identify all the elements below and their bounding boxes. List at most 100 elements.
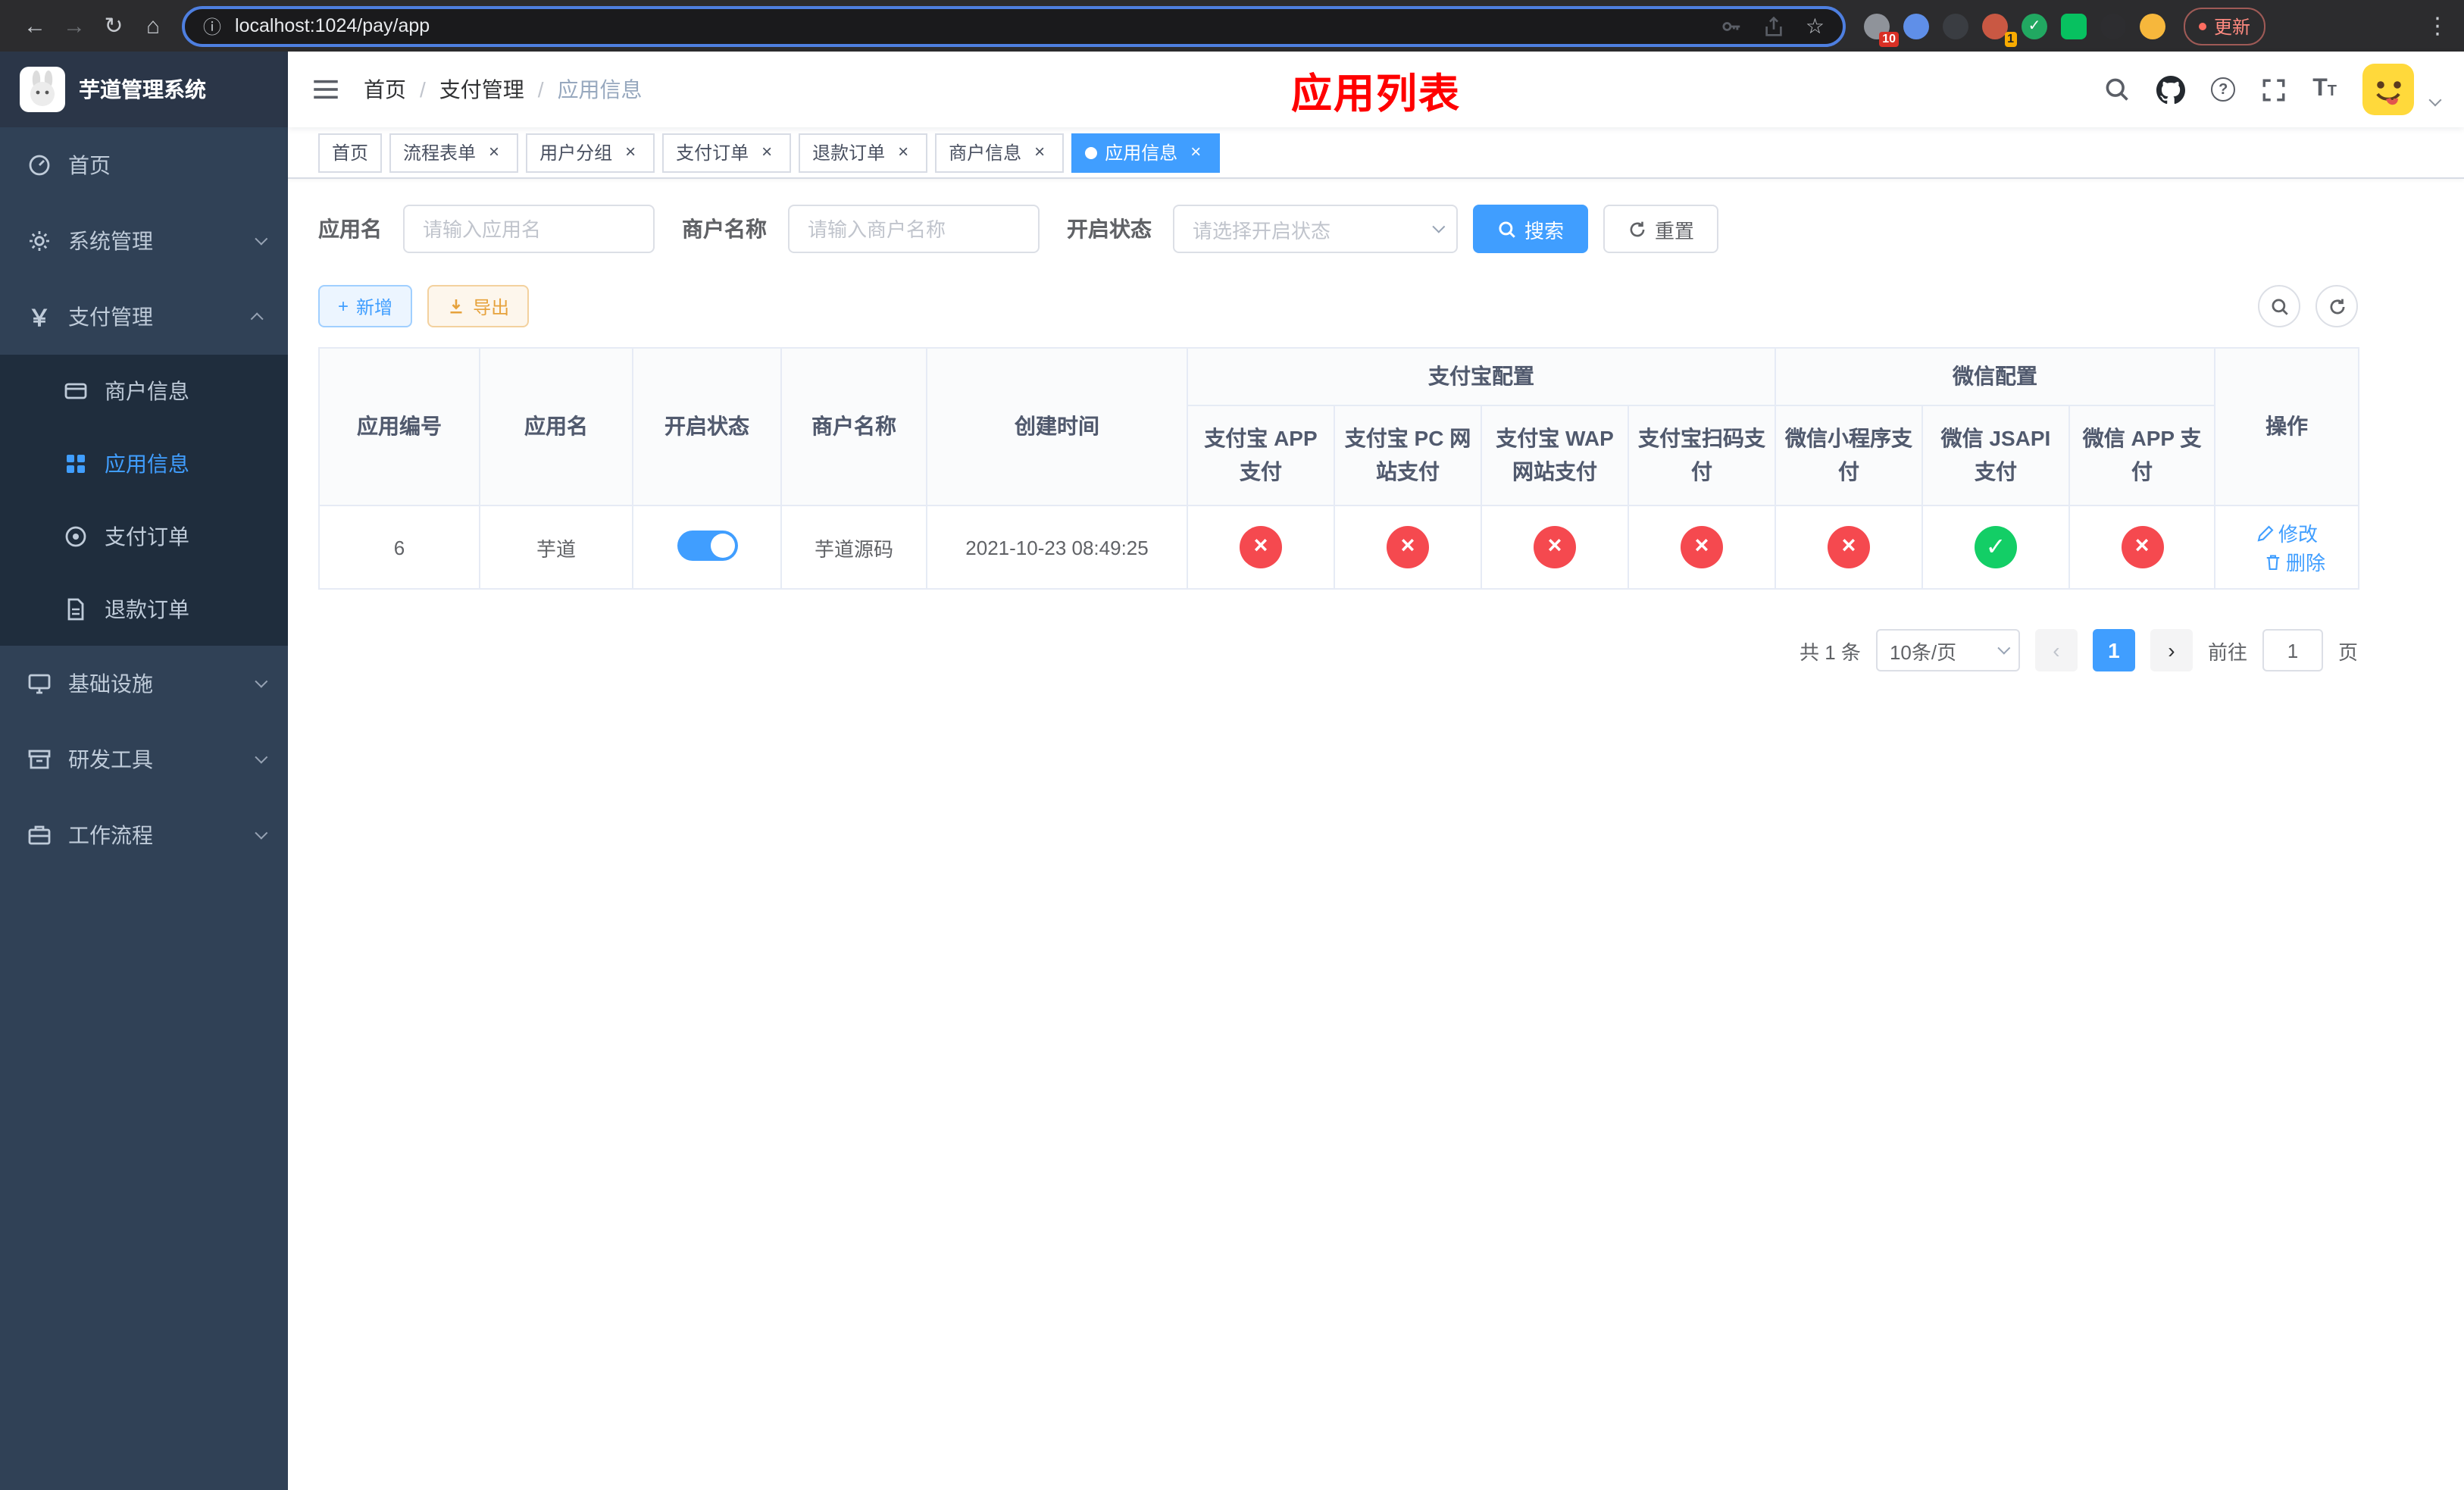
fullscreen-icon[interactable]: [2261, 77, 2287, 102]
close-icon[interactable]: ×: [756, 142, 777, 163]
close-icon[interactable]: ×: [1029, 142, 1050, 163]
sidebar-item-infrastructure[interactable]: 基础设施: [0, 646, 288, 722]
page-size-select[interactable]: 10条/页: [1875, 629, 2020, 671]
browser-refresh-icon[interactable]: ↻: [94, 6, 133, 45]
site-info-icon[interactable]: ⓘ: [203, 13, 221, 39]
col-header-created: 创建时间: [926, 347, 1188, 506]
next-page-button[interactable]: ›: [2150, 629, 2193, 671]
reset-button[interactable]: 重置: [1603, 205, 1719, 253]
extension-pin-icon[interactable]: [2100, 13, 2126, 39]
help-icon[interactable]: ?: [2211, 77, 2236, 102]
extension-blue-icon[interactable]: [1903, 13, 1929, 39]
search-icon[interactable]: [2103, 76, 2131, 103]
bookmark-star-icon[interactable]: ☆: [1806, 15, 1825, 36]
tab-refund-order[interactable]: 退款订单 ×: [799, 133, 928, 172]
extension-check-icon[interactable]: ✓: [2022, 13, 2047, 39]
update-label: 更新: [2214, 16, 2251, 37]
close-icon[interactable]: ×: [893, 142, 914, 163]
tab-user-group[interactable]: 用户分组 ×: [526, 133, 655, 172]
app-title: 芋道管理系统: [79, 77, 206, 102]
delete-link[interactable]: 删除: [2263, 547, 2325, 576]
page-1-button[interactable]: 1: [2092, 629, 2135, 671]
col-header-wx-mini: 微信小程序支付: [1775, 405, 1923, 506]
sidebar-item-workflow[interactable]: 工作流程: [0, 797, 288, 873]
tab-app-info[interactable]: 应用信息 ×: [1071, 133, 1221, 172]
col-header-app-name: 应用名: [479, 347, 633, 506]
export-button[interactable]: 导出: [427, 285, 530, 327]
browser-back-icon[interactable]: ←: [15, 6, 55, 45]
browser-forward-icon[interactable]: →: [55, 6, 94, 45]
sidebar-item-system[interactable]: 系统管理: [0, 203, 288, 279]
sidebar-item-label: 商户信息: [105, 379, 189, 403]
sidebar-item-pay-order[interactable]: 支付订单: [0, 500, 288, 573]
browser-update-button[interactable]: 更新: [2184, 7, 2266, 45]
wx-mini-status-icon: ×: [1828, 526, 1870, 568]
credit-card-icon: [64, 383, 87, 399]
col-header-alipay-wap: 支付宝 WAP 网站支付: [1481, 405, 1629, 506]
payment-submenu: 商户信息 应用信息 支付订单 退款订单: [0, 355, 288, 646]
status-toggle[interactable]: [677, 530, 737, 560]
sidebar: 芋道管理系统 首页 系统管理 ￥ 支付管理 商户信息 应用信息 支付订单 退款订…: [0, 52, 288, 1490]
extension-dark-icon[interactable]: [1943, 13, 1968, 39]
group-header-wechat: 微信配置: [1774, 347, 2216, 406]
sidebar-item-refund-order[interactable]: 退款订单: [0, 573, 288, 646]
extension-face-icon[interactable]: [2140, 13, 2165, 39]
sidebar-item-app-info[interactable]: 应用信息: [0, 427, 288, 500]
alipay-wap-status-icon: ×: [1534, 526, 1576, 568]
col-header-actions: 操作: [2214, 347, 2360, 506]
toggle-search-icon[interactable]: [2258, 285, 2300, 327]
close-icon[interactable]: ×: [483, 142, 505, 163]
tab-pay-order[interactable]: 支付订单 ×: [662, 133, 792, 172]
prev-page-button[interactable]: ‹: [2034, 629, 2078, 671]
browser-home-icon[interactable]: ⌂: [133, 6, 173, 45]
breadcrumb-payment[interactable]: 支付管理: [439, 74, 524, 105]
browser-address-bar[interactable]: ⓘ localhost:1024/pay/app ☆: [182, 5, 1846, 46]
password-key-icon[interactable]: [1721, 14, 1743, 37]
table-row: 6 芋道 芋道源码 2021-10-23 08:49:25 × × × × ×: [318, 505, 2360, 590]
edit-link[interactable]: 修改: [2256, 518, 2318, 547]
github-icon[interactable]: [2156, 75, 2186, 104]
goto-page-input[interactable]: [2262, 629, 2323, 671]
app-name-input[interactable]: [403, 205, 655, 253]
sidebar-item-label: 基础设施: [68, 671, 153, 696]
breadcrumb-home[interactable]: 首页: [364, 74, 406, 105]
sidebar-item-dev-tools[interactable]: 研发工具: [0, 722, 288, 797]
wx-jsapi-status-icon: ✓: [1975, 526, 2017, 568]
extension-wechat-icon[interactable]: [2061, 13, 2087, 39]
sidebar-item-label: 工作流程: [68, 823, 153, 847]
grid-icon: [67, 455, 85, 473]
tab-home[interactable]: 首页: [318, 133, 383, 172]
add-button[interactable]: + 新增: [318, 285, 413, 327]
browser-menu-icon[interactable]: ⋮: [2426, 12, 2449, 39]
user-avatar[interactable]: [2362, 64, 2414, 115]
merchant-name-input[interactable]: [788, 205, 1040, 253]
logo-image: [20, 67, 65, 112]
font-size-icon[interactable]: TT: [2312, 76, 2337, 103]
avatar-caret-icon[interactable]: [2428, 93, 2442, 107]
close-icon[interactable]: ×: [1185, 142, 1206, 163]
sidebar-item-label: 应用信息: [105, 452, 189, 476]
hamburger-icon[interactable]: [312, 76, 339, 103]
tab-merchant-info[interactable]: 商户信息 ×: [935, 133, 1065, 172]
search-button[interactable]: 搜索: [1473, 205, 1589, 253]
status-select[interactable]: 请选择开启状态: [1173, 205, 1458, 253]
sidebar-item-home[interactable]: 首页: [0, 127, 288, 203]
dashboard-icon: [29, 155, 50, 176]
app-table: 应用编号 应用名 开启状态 商户名称 创建时间 支付宝配置 微信配置 操作 支付…: [318, 347, 2360, 590]
extension-badge-2: 1: [2004, 31, 2017, 46]
sidebar-item-label: 研发工具: [68, 747, 153, 772]
close-icon[interactable]: ×: [620, 142, 641, 163]
refresh-table-icon[interactable]: [2315, 285, 2358, 327]
sidebar-item-merchant-info[interactable]: 商户信息: [0, 355, 288, 427]
toolbox-icon: [28, 750, 51, 769]
extension-puzzle-icon[interactable]: 10: [1864, 13, 1899, 46]
share-icon[interactable]: [1763, 14, 1786, 37]
tab-process-form[interactable]: 流程表单 ×: [389, 133, 519, 172]
briefcase-icon: [28, 825, 51, 845]
extension-badge-icon[interactable]: 1: [1982, 13, 2017, 46]
document-icon: [67, 598, 84, 621]
chevron-down-icon: [1432, 220, 1446, 233]
breadcrumb-current: 应用信息: [557, 77, 643, 102]
sidebar-item-payment[interactable]: ￥ 支付管理: [0, 279, 288, 355]
download-icon: [450, 299, 462, 314]
